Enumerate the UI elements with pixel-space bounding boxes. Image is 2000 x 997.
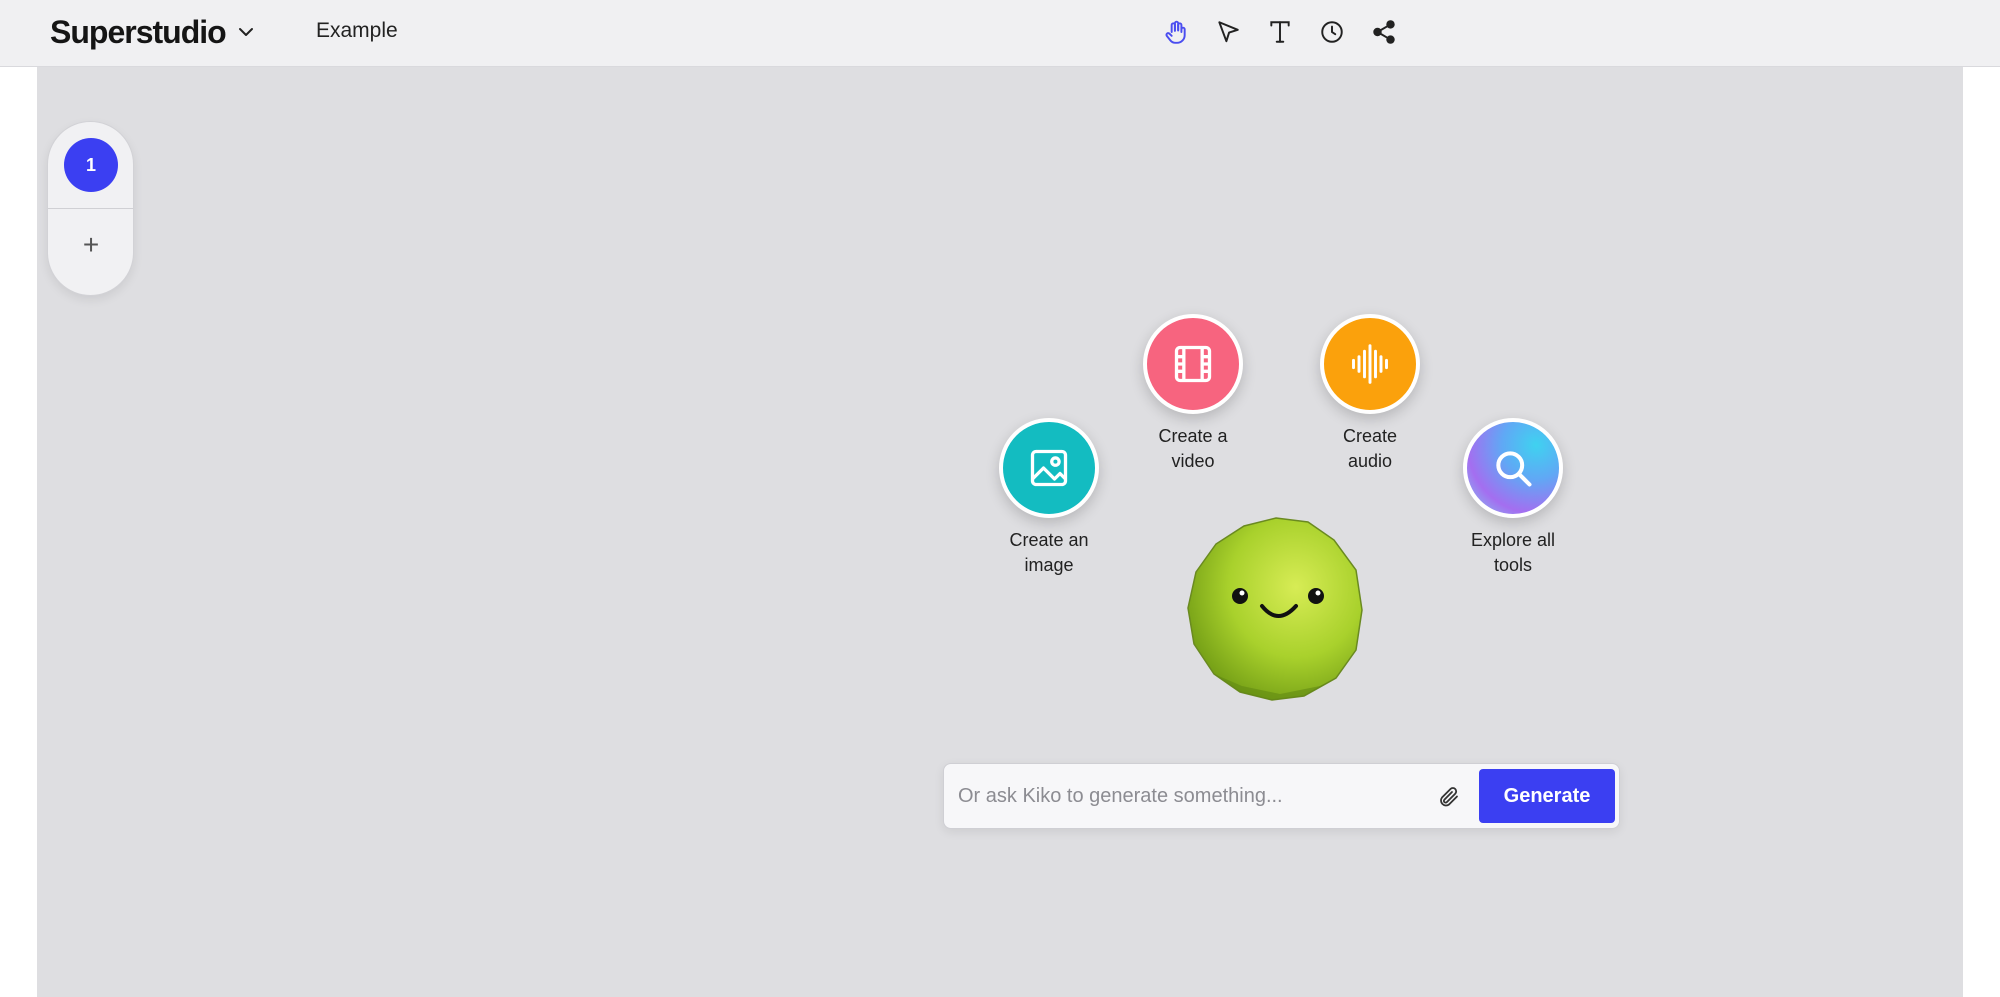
create-audio-label: Create audio (1342, 426, 1398, 471)
share-icon (1373, 20, 1395, 44)
create-video-button[interactable] (1143, 314, 1243, 414)
brand-menu[interactable]: Superstudio (50, 8, 256, 56)
create-video-label: Create a video (1158, 426, 1228, 471)
pages-divider (48, 208, 133, 209)
attach-button[interactable] (1433, 781, 1465, 813)
hand-icon (1165, 20, 1186, 44)
chevron-down-icon (238, 28, 253, 36)
create-audio-button[interactable] (1320, 314, 1420, 414)
kiko-mascot (1187, 517, 1363, 701)
generate-button[interactable]: Generate (1479, 769, 1615, 823)
create-image-button[interactable] (999, 418, 1099, 518)
prompt-input[interactable] (958, 774, 1468, 818)
cursor-arrow-icon (1218, 21, 1239, 43)
explore-tools-action[interactable]: Explore all tools (1433, 418, 1593, 578)
create-image-action[interactable]: Create an image (969, 418, 1129, 578)
history-tool-button[interactable] (1314, 14, 1350, 50)
film-icon (1174, 345, 1212, 383)
create-audio-action[interactable]: Create audio (1290, 314, 1450, 474)
add-page-button[interactable]: + (68, 222, 114, 268)
tool-bar (1158, 14, 1402, 50)
create-image-label: Create an image (1009, 530, 1089, 575)
hand-tool-button[interactable] (1158, 14, 1194, 50)
top-bar: Superstudio Example (0, 0, 2000, 67)
text-icon (1270, 21, 1290, 43)
create-video-action[interactable]: Create a video (1113, 314, 1273, 474)
page-navigator: 1 + (47, 121, 134, 296)
select-tool-button[interactable] (1210, 14, 1246, 50)
prompt-bar: Generate (943, 763, 1620, 829)
project-name[interactable]: Example (316, 19, 398, 43)
explore-tools-label: Explore all tools (1470, 530, 1556, 575)
explore-tools-button[interactable] (1463, 418, 1563, 518)
text-tool-button[interactable] (1262, 14, 1298, 50)
image-icon (1030, 449, 1068, 487)
search-icon (1496, 451, 1532, 487)
clock-icon (1321, 21, 1343, 43)
waveform-icon (1352, 344, 1388, 384)
paperclip-icon (1440, 787, 1458, 807)
share-tool-button[interactable] (1366, 14, 1402, 50)
page-1-button[interactable]: 1 (64, 138, 118, 192)
brand-name: Superstudio (50, 13, 227, 50)
